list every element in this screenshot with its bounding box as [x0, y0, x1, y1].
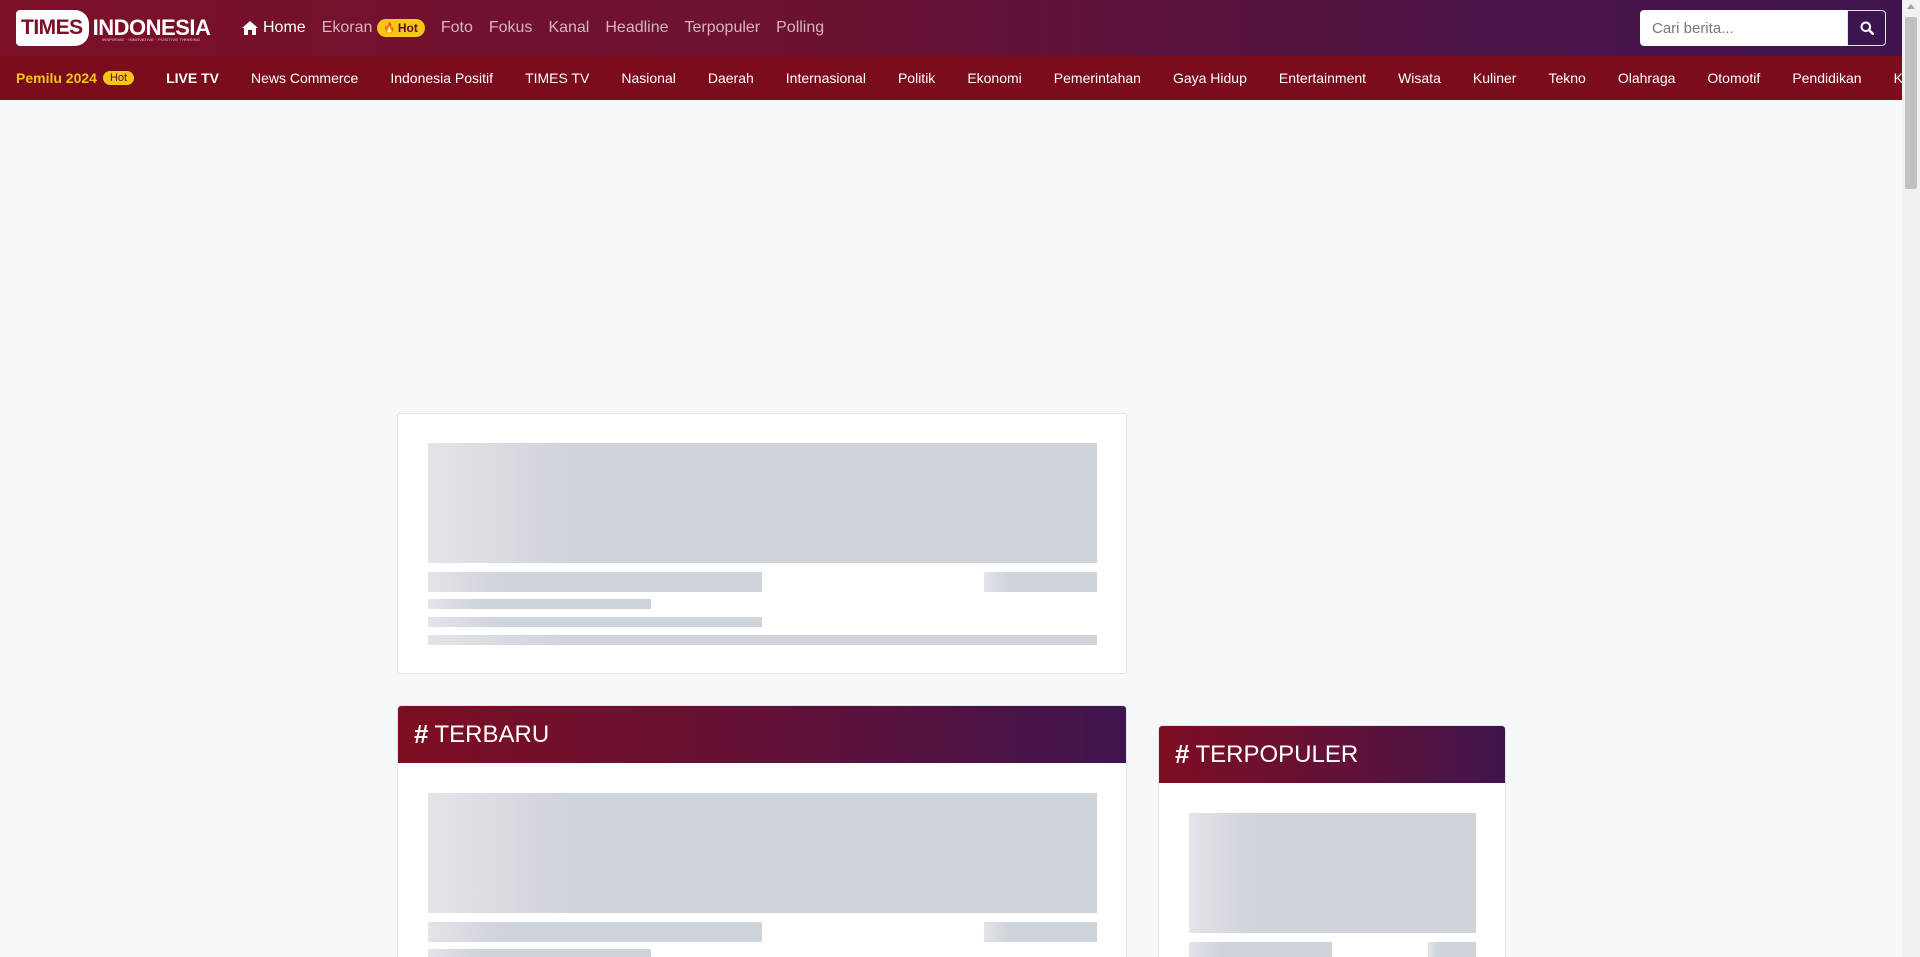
nav-terpopuler[interactable]: Terpopuler [685, 19, 761, 37]
fire-icon: 🔥 [383, 22, 396, 34]
nav-kuliner[interactable]: Kuliner [1473, 70, 1517, 86]
hash-icon: # [414, 719, 429, 749]
skeleton-line [428, 572, 762, 592]
nav-otomotif[interactable]: Otomotif [1707, 70, 1760, 86]
skeleton-line [428, 949, 651, 957]
skeleton-image [1189, 813, 1476, 933]
nav-gaya-hidup[interactable]: Gaya Hidup [1173, 70, 1247, 86]
nav-foto[interactable]: Foto [441, 19, 473, 37]
hash-icon: # [1175, 739, 1190, 769]
popular-section: # TERPOPULER [1158, 725, 1506, 957]
skeleton-line [984, 922, 1097, 942]
home-icon [242, 21, 258, 35]
latest-section-header: # TERBARU [398, 706, 1126, 763]
latest-section-title: TERBARU [434, 720, 550, 748]
site-logo[interactable]: TIMES INDONESIA INSPIRING · INNOVATIVE ·… [16, 10, 220, 46]
logo-times: TIMES [16, 10, 89, 46]
nav-home[interactable]: Home [242, 19, 306, 37]
search-button[interactable] [1847, 10, 1886, 46]
headline-skeleton-card [397, 413, 1127, 674]
nav-ekoran[interactable]: Ekoran 🔥 Hot [322, 19, 425, 37]
nav-ekoran-label: Ekoran [321, 19, 373, 36]
search-input[interactable] [1640, 10, 1848, 46]
category-nav: Pemilu 2024 Hot LIVE TV News Commerce In… [0, 56, 1902, 100]
hot-badge: 🔥 Hot [377, 19, 425, 37]
nav-indonesia-positif[interactable]: Indonesia Positif [390, 70, 493, 86]
skeleton-line [428, 922, 762, 942]
skeleton-image [428, 793, 1097, 913]
nav-home-label: Home [263, 19, 306, 36]
main-nav: Home Ekoran 🔥 Hot Foto Fokus Kanal Headl… [242, 0, 840, 56]
top-header: TIMES INDONESIA INSPIRING · INNOVATIVE ·… [0, 0, 1902, 56]
nav-nasional[interactable]: Nasional [621, 70, 675, 86]
popular-section-header: # TERPOPULER [1159, 726, 1505, 783]
skeleton-line [1189, 942, 1332, 957]
nav-olahraga[interactable]: Olahraga [1618, 70, 1676, 86]
nav-live-tv[interactable]: LIVE TV [166, 70, 219, 86]
hot-badge-label: Hot [397, 21, 418, 35]
skeleton-line [428, 599, 651, 609]
nav-pemerintahan[interactable]: Pemerintahan [1054, 70, 1141, 86]
nav-ekonomi[interactable]: Ekonomi [967, 70, 1021, 86]
popular-section-title: TERPOPULER [1195, 740, 1359, 768]
nav-internasional[interactable]: Internasional [786, 70, 866, 86]
scroll-thumb[interactable] [1905, 17, 1917, 189]
scroll-up-arrow-icon[interactable] [1907, 4, 1915, 9]
nav-pendidikan[interactable]: Pendidikan [1792, 70, 1861, 86]
nav-times-tv[interactable]: TIMES TV [525, 70, 589, 86]
nav-kesehatan[interactable]: Kesehatan [1894, 70, 1902, 86]
nav-news-commerce[interactable]: News Commerce [251, 70, 358, 86]
nav-headline[interactable]: Headline [605, 19, 668, 37]
nav-pemilu-2024[interactable]: Pemilu 2024 Hot [16, 70, 135, 86]
nav-wisata[interactable]: Wisata [1398, 70, 1441, 86]
nav-fokus[interactable]: Fokus [489, 19, 533, 37]
skeleton-line [428, 635, 1097, 645]
nav-politik[interactable]: Politik [898, 70, 935, 86]
search-icon [1860, 21, 1874, 35]
pemilu-hot-badge: Hot [102, 71, 135, 85]
skeleton-line [428, 617, 762, 627]
nav-daerah[interactable]: Daerah [708, 70, 754, 86]
skeleton-line [1428, 942, 1476, 957]
skeleton-line [984, 572, 1097, 592]
nav-polling[interactable]: Polling [776, 19, 824, 37]
latest-section: # TERBARU [397, 705, 1127, 957]
pemilu-label: Pemilu 2024 [16, 70, 97, 86]
vertical-scrollbar[interactable] [1902, 0, 1920, 957]
nav-entertainment[interactable]: Entertainment [1279, 70, 1366, 86]
search-box [1640, 10, 1886, 46]
logo-tagline: INSPIRING · INNOVATIVE · POSITIVE THINKI… [102, 37, 201, 42]
nav-tekno[interactable]: Tekno [1548, 70, 1585, 86]
nav-kanal[interactable]: Kanal [548, 19, 589, 37]
skeleton-image [428, 443, 1097, 563]
